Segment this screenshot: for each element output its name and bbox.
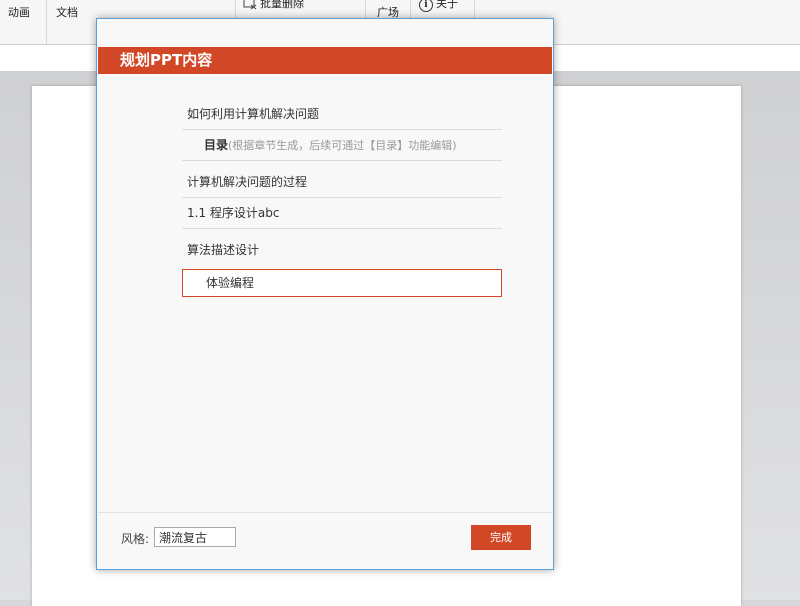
batch-delete-button[interactable]: 批量删除 — [243, 0, 304, 11]
animation-button[interactable]: 动画 — [8, 0, 30, 20]
toc-hint: (根据章节生成，后续可通过【目录】功能编辑) — [228, 139, 457, 152]
plan-ppt-dialog: 规划PPT内容 如何利用计算机解决问题 目录(根据章节生成，后续可通过【目录】功… — [96, 18, 554, 570]
outline-item-text: 1.1 程序设计abc — [187, 206, 280, 220]
ribbon-separator — [46, 0, 47, 44]
outline-item-toc[interactable]: 目录(根据章节生成，后续可通过【目录】功能编辑) — [182, 130, 502, 161]
about-label: 关于 — [436, 0, 458, 10]
batch-delete-label: 批量删除 — [260, 0, 304, 10]
outline-item[interactable]: 如何利用计算机解决问题 — [182, 99, 502, 130]
outline-item-text: 算法描述设计 — [187, 243, 260, 257]
batch-delete-icon — [243, 0, 257, 10]
outline-list: 如何利用计算机解决问题 目录(根据章节生成，后续可通过【目录】功能编辑) 计算机… — [182, 99, 502, 297]
dialog-title: 规划PPT内容 — [98, 47, 552, 74]
new-doc-label: 文档 — [56, 6, 78, 19]
outline-item-text: 如何利用计算机解决问题 — [187, 107, 320, 121]
outline-item-text: 计算机解决问题的过程 — [187, 175, 308, 189]
new-doc-button[interactable]: 文档 — [56, 0, 78, 20]
style-label: 风格: — [121, 532, 150, 546]
dialog-footer: 风格: 完成 — [98, 512, 552, 569]
animation-label: 动画 — [8, 6, 30, 19]
outline-item[interactable]: 算法描述设计 — [182, 235, 502, 265]
info-icon: i — [419, 0, 433, 12]
toc-label: 目录 — [204, 138, 229, 152]
about-button[interactable]: i 关于 — [419, 0, 458, 12]
outline-item-selected[interactable]: 体验编程 — [182, 269, 502, 297]
outline-item[interactable]: 计算机解决问题的过程 — [182, 167, 502, 198]
outline-item-text: 体验编程 — [206, 276, 255, 290]
done-button[interactable]: 完成 — [471, 525, 531, 550]
outline-item[interactable]: 1.1 程序设计abc — [182, 198, 502, 229]
style-input[interactable] — [154, 527, 236, 547]
plaza-button[interactable]: 广场 — [377, 0, 399, 20]
